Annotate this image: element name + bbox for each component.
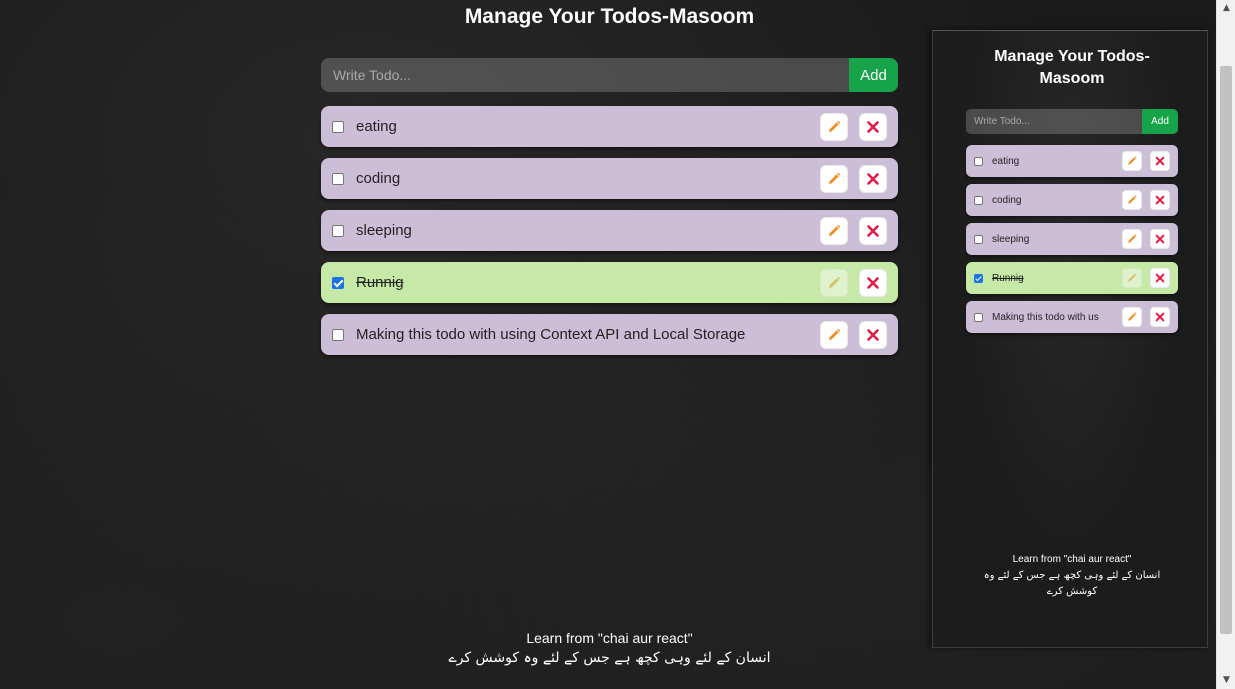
vertical-scrollbar[interactable]: ▲ ▼ — [1216, 0, 1235, 689]
todo-checkbox[interactable] — [332, 120, 344, 133]
footer-credit: Learn from "chai aur react" — [526, 630, 693, 646]
preview-todo-text[interactable]: Making this todo with us — [992, 312, 1114, 323]
page-viewport: Manage Your Todos-Masoom Add eating codin… — [0, 0, 1216, 689]
preview-delete-button[interactable] — [1150, 151, 1170, 171]
preview-todo-text[interactable]: Runnig — [992, 273, 1114, 284]
preview-edit-button[interactable] — [1122, 151, 1142, 171]
todo-form: Add — [321, 58, 898, 92]
preview-todo-text[interactable]: sleeping — [992, 234, 1114, 245]
delete-button[interactable] — [859, 216, 887, 245]
pencil-icon — [826, 275, 842, 291]
edit-button[interactable] — [820, 268, 848, 297]
footer-quote: انسان کے لئے وہی کچھ ہے جس کے لئے وہ کوش… — [448, 650, 771, 666]
pencil-icon — [1126, 194, 1138, 206]
preview-panel: Manage Your Todos-Masoom Add eating codin… — [932, 30, 1208, 648]
close-icon — [865, 223, 881, 239]
preview-todo-item: sleeping — [966, 223, 1178, 255]
preview-todo-checkbox[interactable] — [974, 195, 983, 205]
preview-todo-list: eating coding sleeping Runnig Making this to… — [966, 145, 1178, 333]
preview-edit-button[interactable] — [1122, 229, 1142, 249]
page-title: Manage Your Todos-Masoom — [464, 5, 755, 28]
preview-delete-button[interactable] — [1150, 268, 1170, 288]
pencil-icon — [826, 171, 842, 187]
preview-todo-checkbox[interactable] — [974, 312, 983, 322]
pencil-icon — [826, 327, 842, 343]
preview-edit-button[interactable] — [1122, 268, 1142, 288]
todo-checkbox[interactable] — [332, 276, 344, 289]
preview-todo-form: Add — [966, 109, 1178, 134]
pencil-icon — [1126, 311, 1138, 323]
preview-delete-button[interactable] — [1150, 307, 1170, 327]
preview-edit-button[interactable] — [1122, 190, 1142, 210]
preview-title: Manage Your Todos-Masoom — [994, 48, 1150, 87]
todo-text[interactable]: Making this todo with using Context API … — [356, 326, 809, 343]
preview-delete-button[interactable] — [1150, 229, 1170, 249]
todo-item: Runnig — [321, 262, 898, 303]
delete-button[interactable] — [859, 164, 887, 193]
todo-text[interactable]: coding — [356, 170, 809, 187]
edit-button[interactable] — [820, 112, 848, 141]
pencil-icon — [826, 119, 842, 135]
preview-footer: Learn from "chai aur react" انسان کے لئے… — [966, 552, 1178, 600]
pencil-icon — [1126, 233, 1138, 245]
edit-button[interactable] — [820, 320, 848, 349]
todo-checkbox[interactable] — [332, 172, 344, 185]
preview-todo-item: eating — [966, 145, 1178, 177]
close-icon — [1154, 311, 1166, 323]
preview-todo-item: coding — [966, 184, 1178, 216]
close-icon — [865, 119, 881, 135]
preview-todo-input[interactable] — [966, 109, 1142, 134]
close-icon — [865, 275, 881, 291]
delete-button[interactable] — [859, 320, 887, 349]
todo-checkbox[interactable] — [332, 328, 344, 341]
todo-item: Making this todo with using Context API … — [321, 314, 898, 355]
preview-todo-item: Runnig — [966, 262, 1178, 294]
todo-item: sleeping — [321, 210, 898, 251]
close-icon — [865, 171, 881, 187]
scroll-thumb[interactable] — [1220, 66, 1232, 634]
pencil-icon — [1126, 155, 1138, 167]
close-icon — [1154, 233, 1166, 245]
preview-add-button[interactable]: Add — [1142, 109, 1178, 134]
close-icon — [1154, 272, 1166, 284]
todo-input[interactable] — [321, 58, 849, 92]
close-icon — [1154, 194, 1166, 206]
delete-button[interactable] — [859, 112, 887, 141]
todo-text[interactable]: eating — [356, 118, 809, 135]
preview-todo-text[interactable]: eating — [992, 156, 1114, 167]
add-button[interactable]: Add — [849, 58, 898, 92]
todo-text[interactable]: sleeping — [356, 222, 809, 239]
close-icon — [865, 327, 881, 343]
preview-delete-button[interactable] — [1150, 190, 1170, 210]
todo-list: eating coding sleeping Runnig Making this to… — [321, 106, 898, 355]
pencil-icon — [826, 223, 842, 239]
preview-todo-text[interactable]: coding — [992, 195, 1114, 206]
delete-button[interactable] — [859, 268, 887, 297]
todo-app: Manage Your Todos-Masoom Add eating codin… — [321, 0, 898, 666]
close-icon — [1154, 155, 1166, 167]
preview-footer-quote: انسان کے لئے وہی کچھ ہے جس کے لئے وہ کوش… — [983, 570, 1161, 597]
preview-footer-credit: Learn from "chai aur react" — [1012, 554, 1132, 565]
preview-todo-checkbox[interactable] — [974, 273, 983, 283]
todo-item: eating — [321, 106, 898, 147]
preview-edit-button[interactable] — [1122, 307, 1142, 327]
preview-todo-checkbox[interactable] — [974, 234, 983, 244]
preview-todo-checkbox[interactable] — [974, 156, 983, 166]
scroll-up-icon[interactable]: ▲ — [1217, 0, 1235, 17]
todo-checkbox[interactable] — [332, 224, 344, 237]
footer: Learn from "chai aur react" انسان کے لئے… — [321, 628, 898, 668]
todo-item: coding — [321, 158, 898, 199]
preview-todo-item: Making this todo with us — [966, 301, 1178, 333]
todo-text[interactable]: Runnig — [356, 274, 809, 291]
edit-button[interactable] — [820, 164, 848, 193]
edit-button[interactable] — [820, 216, 848, 245]
scroll-down-icon[interactable]: ▼ — [1217, 672, 1235, 689]
pencil-icon — [1126, 272, 1138, 284]
